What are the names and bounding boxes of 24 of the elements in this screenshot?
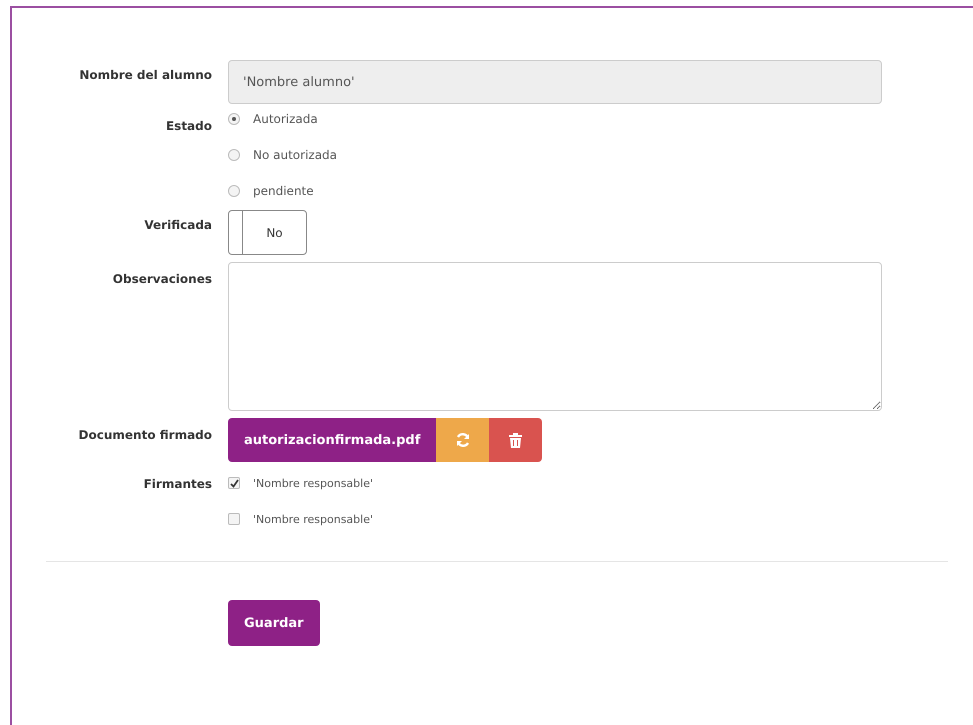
toggle-switch[interactable]: No bbox=[228, 210, 307, 255]
field-label: Firmantes bbox=[144, 476, 212, 493]
checkbox-label: 'Nombre responsable' bbox=[253, 476, 373, 490]
field-label: Observaciones bbox=[112, 271, 212, 288]
refresh-button[interactable] bbox=[436, 418, 490, 462]
refresh-icon bbox=[454, 432, 471, 448]
radio-label: No autorizada bbox=[253, 148, 338, 162]
checkbox-label: 'Nombre responsable' bbox=[253, 512, 373, 526]
field-label: Verificada bbox=[144, 217, 212, 234]
notes-field[interactable] bbox=[228, 262, 882, 411]
field-label: Estado bbox=[166, 118, 212, 135]
radio-button[interactable] bbox=[228, 185, 240, 197]
trash-icon bbox=[509, 432, 522, 448]
radio-button[interactable] bbox=[228, 149, 240, 161]
field-label: Nombre del alumno bbox=[79, 67, 212, 84]
checkbox[interactable] bbox=[228, 513, 240, 525]
radio-button[interactable] bbox=[228, 113, 240, 125]
checkbox[interactable] bbox=[228, 477, 240, 489]
radio-label: pendiente bbox=[253, 184, 314, 198]
file-button[interactable]: autorizacionfirmada.pdf bbox=[228, 418, 436, 462]
save-button[interactable]: Guardar bbox=[228, 600, 320, 646]
field-label: Documento firmado bbox=[78, 427, 212, 444]
delete-button[interactable] bbox=[489, 418, 542, 462]
radio-label: Autorizada bbox=[253, 112, 318, 126]
